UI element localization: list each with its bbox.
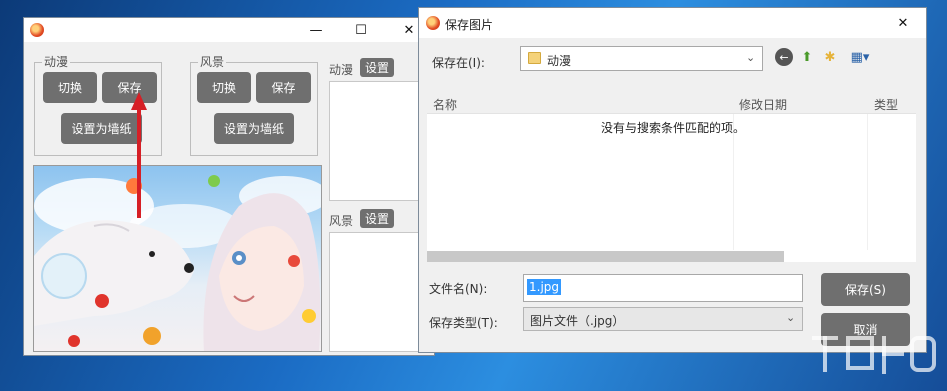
scenery-save-button[interactable]: 保存 xyxy=(256,72,311,103)
dialog-close-button[interactable]: ✕ xyxy=(885,11,921,35)
main-window: — ☐ ✕ 动漫 切换 保存 设置为墙纸 风景 切换 保存 设置为墙纸 动漫 设… xyxy=(23,17,435,356)
red-arrow-annotation xyxy=(131,92,147,218)
scenery-set-wallpaper-button[interactable]: 设置为墙纸 xyxy=(214,113,294,144)
filetype-label: 保存类型(T): xyxy=(429,316,498,330)
filename-label: 文件名(N): xyxy=(429,282,488,296)
save-dialog: 保存图片 ✕ 保存在(I): 动漫 ⌄ ← ⬆ ✱ ▦▾ 名称 修改日期 类型 … xyxy=(418,7,927,353)
anime-group-title: 动漫 xyxy=(42,55,71,69)
save-in-value: 动漫 xyxy=(547,54,572,68)
column-divider xyxy=(867,114,868,250)
app-icon xyxy=(30,23,44,37)
back-icon[interactable]: ← xyxy=(775,48,793,66)
new-folder-icon[interactable]: ✱ xyxy=(821,48,839,66)
anime-switch-button[interactable]: 切换 xyxy=(43,72,97,103)
column-name[interactable]: 名称 xyxy=(433,96,457,113)
dialog-title: 保存图片 xyxy=(445,18,494,32)
scenery-switch-button[interactable]: 切换 xyxy=(197,72,251,103)
watermark-logo xyxy=(808,330,940,388)
up-folder-icon[interactable]: ⬆ xyxy=(798,48,816,66)
anime-illustration xyxy=(34,175,321,351)
save-button[interactable]: 保存(S) xyxy=(821,273,910,306)
empty-message: 没有与搜索条件匹配的项。 xyxy=(601,121,746,135)
chevron-down-icon: ⌄ xyxy=(746,51,756,64)
watermark-glyphs xyxy=(812,336,936,374)
main-titlebar[interactable]: — ☐ ✕ xyxy=(24,18,434,42)
anime-settings-button[interactable]: 设置 xyxy=(360,58,394,77)
file-list-header xyxy=(427,92,916,114)
view-menu-icon[interactable]: ▦▾ xyxy=(847,48,873,66)
anime-image xyxy=(33,165,322,352)
filename-value: 1.jpg xyxy=(527,279,562,295)
dialog-app-icon xyxy=(426,16,440,30)
minimize-button[interactable]: — xyxy=(296,18,336,42)
maximize-button[interactable]: ☐ xyxy=(341,18,381,42)
chevron-down-icon: ⌄ xyxy=(786,311,796,324)
anime-side-label: 动漫 xyxy=(329,63,354,77)
filetype-value: 图片文件（.jpg） xyxy=(530,314,625,328)
anime-preview-box xyxy=(329,81,432,201)
scenery-settings-button[interactable]: 设置 xyxy=(360,209,394,228)
column-modified-date[interactable]: 修改日期 xyxy=(739,96,787,113)
folder-icon xyxy=(528,52,541,64)
filetype-dropdown[interactable]: 图片文件（.jpg） ⌄ xyxy=(523,307,803,331)
horizontal-scrollbar[interactable] xyxy=(427,251,784,262)
save-in-dropdown[interactable]: 动漫 ⌄ xyxy=(520,46,763,71)
scenery-side-label: 风景 xyxy=(329,214,354,228)
scenery-preview-box xyxy=(329,232,432,352)
scenery-group-title: 风景 xyxy=(198,55,227,69)
dialog-titlebar[interactable]: 保存图片 ✕ xyxy=(419,8,926,38)
save-in-label: 保存在(I): xyxy=(432,56,485,70)
filename-input[interactable]: 1.jpg xyxy=(523,274,803,302)
file-list[interactable]: 名称 修改日期 类型 没有与搜索条件匹配的项。 xyxy=(427,92,916,262)
column-type[interactable]: 类型 xyxy=(874,96,898,113)
